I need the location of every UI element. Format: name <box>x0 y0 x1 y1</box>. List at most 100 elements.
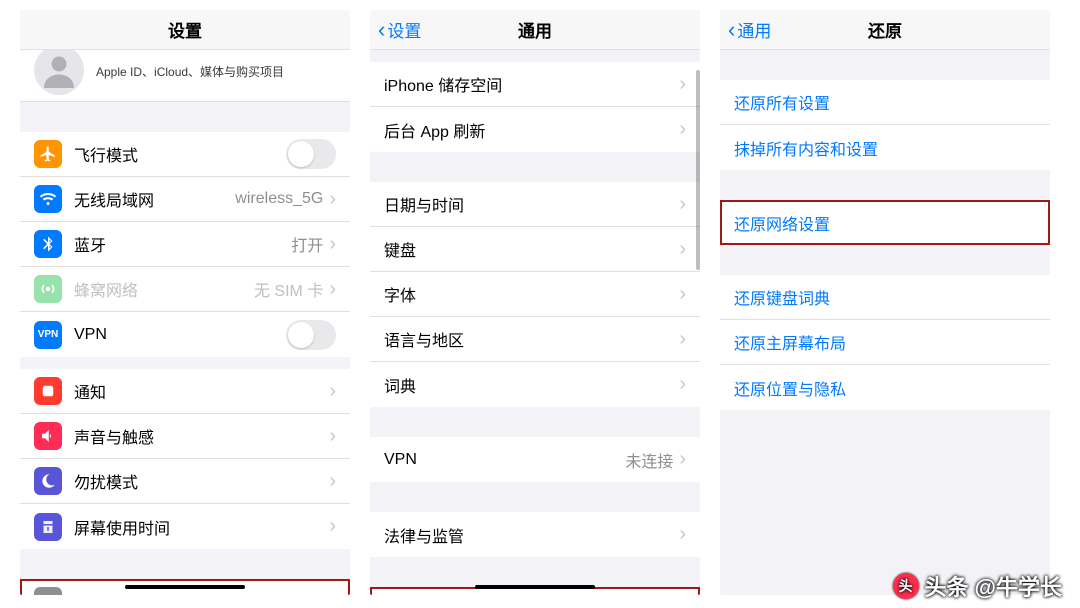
label: VPN <box>384 451 625 469</box>
row-reset-network[interactable]: 还原网络设置 <box>720 200 1050 245</box>
cellular-icon <box>34 275 62 303</box>
value: 未连接 <box>625 448 673 472</box>
row-sound[interactable]: 声音与触感 › <box>20 414 350 459</box>
page-title: 还原 <box>868 17 902 42</box>
nav-bar: 设置 <box>20 10 350 50</box>
row-airplane[interactable]: 飞行模式 <box>20 132 350 177</box>
apple-id-row[interactable]: Apple ID、iCloud、媒体与购买项目 <box>20 50 350 102</box>
row-notifications[interactable]: 通知 › <box>20 369 350 414</box>
row-cellular[interactable]: 蜂窝网络 无 SIM 卡 › <box>20 267 350 312</box>
chevron-left-icon: ‹ <box>378 19 385 41</box>
chevron-right-icon: › <box>679 238 686 261</box>
row-keyboard[interactable]: 键盘 › <box>370 227 700 272</box>
watermark: 头 头条 @牛学长 <box>893 570 1062 602</box>
sound-icon <box>34 422 62 450</box>
label: 抹掉所有内容和设置 <box>734 136 1036 160</box>
chevron-right-icon: › <box>329 425 336 448</box>
watermark-handle: @牛学长 <box>975 570 1062 602</box>
label: 还原主屏幕布局 <box>734 330 1036 354</box>
label: 勿扰模式 <box>74 469 329 493</box>
label: 还原网络设置 <box>734 211 1036 235</box>
chevron-right-icon: › <box>329 188 336 211</box>
chevron-right-icon: › <box>329 515 336 538</box>
value: 打开 <box>291 232 323 256</box>
back-label: 设置 <box>387 17 421 42</box>
row-storage[interactable]: iPhone 储存空间 › <box>370 62 700 107</box>
label: 键盘 <box>384 237 679 261</box>
vpn-toggle[interactable] <box>286 320 336 350</box>
chevron-right-icon: › <box>679 523 686 546</box>
watermark-logo-icon: 头 <box>893 573 919 599</box>
airplane-icon <box>34 140 62 168</box>
chevron-right-icon: › <box>679 118 686 141</box>
chevron-right-icon: › <box>679 328 686 351</box>
avatar-icon <box>34 50 84 95</box>
row-vpn[interactable]: VPN VPN <box>20 312 350 357</box>
row-legal[interactable]: 法律与监管 › <box>370 512 700 557</box>
page-title: 设置 <box>168 17 202 42</box>
row-reset-home[interactable]: 还原主屏幕布局 <box>720 320 1050 365</box>
scrollbar[interactable] <box>696 70 700 270</box>
label: 字体 <box>384 282 679 306</box>
row-screentime[interactable]: 屏幕使用时间 › <box>20 504 350 549</box>
bluetooth-icon <box>34 230 62 258</box>
row-bluetooth[interactable]: 蓝牙 打开 › <box>20 222 350 267</box>
label: 通用 <box>74 589 329 595</box>
chevron-right-icon: › <box>679 193 686 216</box>
row-datetime[interactable]: 日期与时间 › <box>370 182 700 227</box>
label: 飞行模式 <box>74 142 286 166</box>
chevron-right-icon: › <box>329 470 336 493</box>
gear-icon <box>34 587 62 595</box>
chevron-right-icon: › <box>329 233 336 256</box>
row-refresh[interactable]: 后台 App 刷新 › <box>370 107 700 152</box>
row-reset-all[interactable]: 还原所有设置 <box>720 80 1050 125</box>
chevron-left-icon: ‹ <box>728 19 735 41</box>
screen-reset: ‹ 通用 还原 还原所有设置 抹掉所有内容和设置 还原网络设置 还原键盘词典 <box>720 10 1050 595</box>
row-dnd[interactable]: 勿扰模式 › <box>20 459 350 504</box>
value: 无 SIM 卡 <box>254 277 323 301</box>
row-wifi[interactable]: 无线局域网 wireless_5G › <box>20 177 350 222</box>
back-button[interactable]: ‹ 通用 <box>728 10 771 49</box>
screen-general: ‹ 设置 通用 iPhone 储存空间 › 后台 App 刷新 › 日期与时间 … <box>370 10 700 595</box>
chevron-right-icon: › <box>329 278 336 301</box>
home-indicator[interactable] <box>125 585 245 589</box>
chevron-right-icon: › <box>679 283 686 306</box>
row-lang[interactable]: 语言与地区 › <box>370 317 700 362</box>
home-indicator[interactable] <box>475 585 595 589</box>
label: 还原键盘词典 <box>734 285 1036 309</box>
label: 词典 <box>384 373 679 397</box>
screen-settings: 设置 Apple ID、iCloud、媒体与购买项目 飞行模式 无线局域网 <box>20 10 350 595</box>
row-reset-keyboard[interactable]: 还原键盘词典 <box>720 275 1050 320</box>
row-fonts[interactable]: 字体 › <box>370 272 700 317</box>
page-title: 通用 <box>518 17 552 42</box>
vpn-icon: VPN <box>34 321 62 349</box>
airplane-toggle[interactable] <box>286 139 336 169</box>
row-reset-location[interactable]: 还原位置与隐私 <box>720 365 1050 410</box>
label: 还原所有设置 <box>734 90 1036 114</box>
row-vpn2[interactable]: VPN 未连接 › <box>370 437 700 482</box>
value: wireless_5G <box>235 190 323 208</box>
wifi-icon <box>34 185 62 213</box>
content: iPhone 储存空间 › 后台 App 刷新 › 日期与时间 › 键盘 › 字… <box>370 50 700 595</box>
chevron-right-icon: › <box>679 448 686 471</box>
back-button[interactable]: ‹ 设置 <box>378 10 421 49</box>
label: 屏幕使用时间 <box>74 515 329 539</box>
watermark-prefix: 头条 <box>925 570 969 602</box>
chevron-right-icon: › <box>679 73 686 96</box>
label: 日期与时间 <box>384 192 679 216</box>
row-erase[interactable]: 抹掉所有内容和设置 <box>720 125 1050 170</box>
content: Apple ID、iCloud、媒体与购买项目 飞行模式 无线局域网 wirel… <box>20 50 350 595</box>
label: iPhone 储存空间 <box>384 72 679 96</box>
label: 语言与地区 <box>384 327 679 351</box>
label: 通知 <box>74 379 329 403</box>
content: 还原所有设置 抹掉所有内容和设置 还原网络设置 还原键盘词典 还原主屏幕布局 还… <box>720 50 1050 595</box>
chevron-right-icon: › <box>329 380 336 403</box>
label: 蓝牙 <box>74 232 291 256</box>
label: 还原位置与隐私 <box>734 376 1036 400</box>
chevron-right-icon: › <box>679 373 686 396</box>
row-dict[interactable]: 词典 › <box>370 362 700 407</box>
chevron-right-icon: › <box>329 590 336 596</box>
label: VPN <box>74 326 286 344</box>
screentime-icon <box>34 513 62 541</box>
label: 法律与监管 <box>384 523 679 547</box>
